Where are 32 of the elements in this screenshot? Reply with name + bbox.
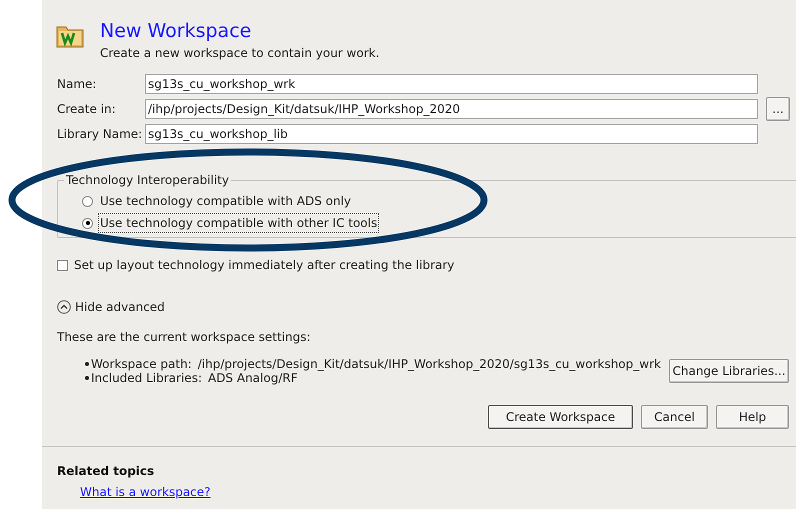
dialog-subtitle: Create a new workspace to contain your work. (100, 45, 380, 62)
collapse-icon[interactable] (57, 300, 71, 314)
hide-advanced-link[interactable]: Hide advanced (75, 298, 165, 316)
dialog-button[interactable]: Cancel (641, 405, 708, 429)
text-field[interactable]: sg13s_cu_workshop_wrk (145, 74, 758, 94)
field-label: Create in: (57, 101, 117, 118)
dialog-title: New Workspace (100, 20, 252, 42)
checkbox[interactable] (57, 260, 68, 270)
dialog-button[interactable]: Help (716, 405, 789, 429)
bullet-icon (85, 376, 89, 380)
radio-label: Use technology compatible with ADS only (99, 193, 352, 210)
setting-label: Workspace path: (91, 357, 192, 371)
bullet-icon (85, 362, 89, 366)
related-topics-heading: Related topics (57, 463, 156, 480)
setting-value: ADS Analog/RF (208, 371, 298, 385)
radio-label: Use technology compatible with other IC tools (98, 213, 380, 233)
field-label: Name: (57, 76, 98, 93)
workspace-folder-icon (56, 24, 84, 48)
dialog-button[interactable]: Create Workspace (488, 405, 633, 429)
radio-button[interactable] (82, 196, 93, 206)
group-title: Technology Interoperability (64, 172, 231, 188)
checkbox-label: Set up layout technology immediately after creating the library (74, 257, 454, 274)
radio-button[interactable] (82, 218, 93, 228)
field-label: Library Name: (57, 126, 144, 143)
browse-button[interactable]: ... (766, 97, 790, 121)
settings-intro: These are the current workspace settings: (57, 329, 312, 346)
text-field[interactable]: /ihp/projects/Design_Kit/datsuk/IHP_Workshop_2020 (145, 99, 758, 119)
setting-value: /ihp/projects/Design_Kit/datsuk/IHP_Workshop_2020/sg13s_cu_workshop_wrk (198, 357, 661, 371)
help-link[interactable]: What is a workspace? (80, 483, 211, 501)
text-field[interactable]: sg13s_cu_workshop_lib (145, 124, 758, 144)
change-libraries-button[interactable]: Change Libraries... (669, 359, 789, 383)
setting-label: Included Libraries: (91, 371, 202, 385)
